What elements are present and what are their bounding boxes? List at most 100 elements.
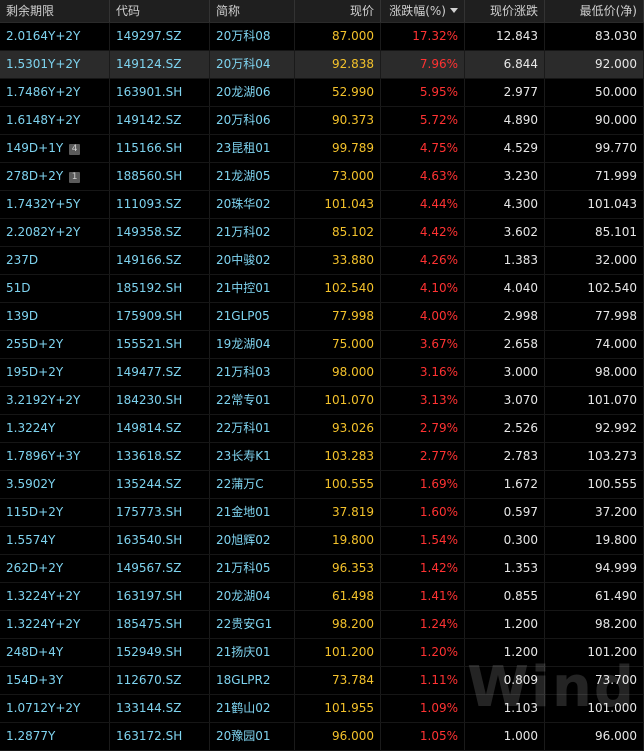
cell-term: 51D: [0, 275, 110, 302]
cell-price: 100.555: [295, 471, 381, 498]
term-text: 2.2082Y+2Y: [6, 225, 81, 239]
col-header-code[interactable]: 代码: [110, 0, 210, 22]
cell-name: 21金地01: [210, 499, 295, 526]
table-row[interactable]: 3.5902Y 135244.SZ 22蒲万C 100.555 1.69% 1.672 10…: [0, 471, 644, 499]
col-header-name[interactable]: 简称: [210, 0, 295, 22]
cell-pct-change: 4.10%: [381, 275, 465, 302]
cell-price: 85.102: [295, 219, 381, 246]
table-row[interactable]: 2.2082Y+2Y 149358.SZ 21万科02 85.102 4.42% 3.60…: [0, 219, 644, 247]
table-row[interactable]: 1.2877Y 163172.SH 20豫园01 96.000 1.05% 1.000 96…: [0, 723, 644, 751]
table-row[interactable]: 51D 185192.SH 21中控01 102.540 4.10% 4.040 102.5…: [0, 275, 644, 303]
cell-pct-change: 1.42%: [381, 555, 465, 582]
cell-term: 2.0164Y+2Y: [0, 23, 110, 50]
cell-price: 101.955: [295, 695, 381, 722]
table-row[interactable]: 1.6148Y+2Y 149142.SZ 20万科06 90.373 5.72% 4.89…: [0, 107, 644, 135]
cell-price: 99.789: [295, 135, 381, 162]
table-row[interactable]: 1.5574Y 163540.SH 20旭辉02 19.800 1.54% 0.300 19…: [0, 527, 644, 555]
cell-price: 73.000: [295, 163, 381, 190]
cell-low-price: 101.200: [545, 639, 644, 666]
cell-price: 103.283: [295, 443, 381, 470]
table-row[interactable]: 1.5301Y+2Y 149124.SZ 20万科04 92.838 7.96% 6.84…: [0, 51, 644, 79]
table-row[interactable]: 248D+4Y 152949.SH 21扬庆01 101.200 1.20% 1.200 1…: [0, 639, 644, 667]
table-row[interactable]: 1.7486Y+2Y 163901.SH 20龙湖06 52.990 5.95% 2.97…: [0, 79, 644, 107]
cell-price-change: 0.300: [465, 527, 545, 554]
cell-price-change: 3.230: [465, 163, 545, 190]
cell-name: 20万科04: [210, 51, 295, 78]
cell-name: 22贵安G1: [210, 611, 295, 638]
cell-name: 20珠华02: [210, 191, 295, 218]
table-row[interactable]: 1.3224Y+2Y 185475.SH 22贵安G1 98.200 1.24% 1.20…: [0, 611, 644, 639]
cell-term: 1.7432Y+5Y: [0, 191, 110, 218]
cell-term: 1.2877Y: [0, 723, 110, 750]
table-row[interactable]: 139D 175909.SH 21GLP05 77.998 4.00% 2.998 77.9…: [0, 303, 644, 331]
cell-price-change: 2.977: [465, 79, 545, 106]
table-row[interactable]: 278D+2Y 1 188560.SH 21龙湖05 73.000 4.63% 3.230 7…: [0, 163, 644, 191]
table-row[interactable]: 1.3224Y+2Y 163197.SH 20龙湖04 61.498 1.41% 0.85…: [0, 583, 644, 611]
col-header-low[interactable]: 最低价(净): [545, 0, 644, 22]
cell-name: 21鹤山02: [210, 695, 295, 722]
table-row[interactable]: 2.0164Y+2Y 149297.SZ 20万科08 87.000 17.32% 12.…: [0, 23, 644, 51]
term-text: 278D+2Y: [6, 169, 64, 183]
cell-price: 37.819: [295, 499, 381, 526]
term-text: 139D: [6, 309, 39, 323]
table-row[interactable]: 1.0712Y+2Y 133144.SZ 21鹤山02 101.955 1.09% 1.1…: [0, 695, 644, 723]
cell-low-price: 98.000: [545, 359, 644, 386]
cell-pct-change: 1.24%: [381, 611, 465, 638]
table-row[interactable]: 149D+1Y 4 115166.SH 23昆租01 99.789 4.75% 4.529 9…: [0, 135, 644, 163]
term-text: 248D+4Y: [6, 645, 64, 659]
table-row[interactable]: 3.2192Y+2Y 184230.SH 22常专01 101.070 3.13% 3.0…: [0, 387, 644, 415]
cell-pct-change: 4.00%: [381, 303, 465, 330]
cell-low-price: 74.000: [545, 331, 644, 358]
cell-price-change: 1.200: [465, 639, 545, 666]
cell-low-price: 19.800: [545, 527, 644, 554]
cell-pct-change: 2.79%: [381, 415, 465, 442]
term-text: 1.0712Y+2Y: [6, 701, 81, 715]
col-header-term[interactable]: 剩余期限: [0, 0, 110, 22]
cell-code: 112670.SZ: [110, 667, 210, 694]
table-row[interactable]: 262D+2Y 149567.SZ 21万科05 96.353 1.42% 1.353 94…: [0, 555, 644, 583]
table-row[interactable]: 195D+2Y 149477.SZ 21万科03 98.000 3.16% 3.000 98…: [0, 359, 644, 387]
cell-pct-change: 3.67%: [381, 331, 465, 358]
cell-low-price: 94.999: [545, 555, 644, 582]
cell-code: 163172.SH: [110, 723, 210, 750]
cell-code: 149124.SZ: [110, 51, 210, 78]
cell-code: 185192.SH: [110, 275, 210, 302]
term-text: 195D+2Y: [6, 365, 64, 379]
cell-low-price: 101.000: [545, 695, 644, 722]
cell-pct-change: 1.69%: [381, 471, 465, 498]
table-row[interactable]: 1.7896Y+3Y 133618.SZ 23长寿K1 103.283 2.77% 2.7…: [0, 443, 644, 471]
cell-name: 18GLPR2: [210, 667, 295, 694]
table-row[interactable]: 154D+3Y 112670.SZ 18GLPR2 73.784 1.11% 0.809 7…: [0, 667, 644, 695]
cell-code: 149142.SZ: [110, 107, 210, 134]
col-header-price[interactable]: 现价: [295, 0, 381, 22]
table-row[interactable]: 1.3224Y 149814.SZ 22万科01 93.026 2.79% 2.526 92…: [0, 415, 644, 443]
cell-pct-change: 4.75%: [381, 135, 465, 162]
cell-term: 3.5902Y: [0, 471, 110, 498]
table-body: 2.0164Y+2Y 149297.SZ 20万科08 87.000 17.32% 12.…: [0, 23, 644, 751]
note-badge[interactable]: 4: [69, 144, 81, 155]
cell-low-price: 83.030: [545, 23, 644, 50]
cell-pct-change: 4.42%: [381, 219, 465, 246]
term-text: 115D+2Y: [6, 505, 64, 519]
cell-name: 21万科05: [210, 555, 295, 582]
col-header-chg[interactable]: 现价涨跌: [465, 0, 545, 22]
cell-name: 21万科03: [210, 359, 295, 386]
cell-price: 96.000: [295, 723, 381, 750]
term-text: 2.0164Y+2Y: [6, 29, 81, 43]
cell-term: 1.0712Y+2Y: [0, 695, 110, 722]
cell-price-change: 3.070: [465, 387, 545, 414]
cell-price-change: 0.855: [465, 583, 545, 610]
table-row[interactable]: 115D+2Y 175773.SH 21金地01 37.819 1.60% 0.597 37…: [0, 499, 644, 527]
cell-price-change: 3.000: [465, 359, 545, 386]
term-text: 1.3224Y: [6, 421, 56, 435]
cell-price-change: 4.890: [465, 107, 545, 134]
cell-name: 20旭辉02: [210, 527, 295, 554]
cell-code: 149567.SZ: [110, 555, 210, 582]
col-header-pct[interactable]: 涨跌幅(%): [381, 0, 465, 22]
cell-code: 133144.SZ: [110, 695, 210, 722]
table-row[interactable]: 1.7432Y+5Y 111093.SZ 20珠华02 101.043 4.44% 4.3…: [0, 191, 644, 219]
note-badge[interactable]: 1: [69, 172, 81, 183]
table-row[interactable]: 255D+2Y 155521.SH 19龙湖04 75.000 3.67% 2.658 74…: [0, 331, 644, 359]
table-row[interactable]: 237D 149166.SZ 20中骏02 33.880 4.26% 1.383 32.00…: [0, 247, 644, 275]
cell-pct-change: 7.96%: [381, 51, 465, 78]
